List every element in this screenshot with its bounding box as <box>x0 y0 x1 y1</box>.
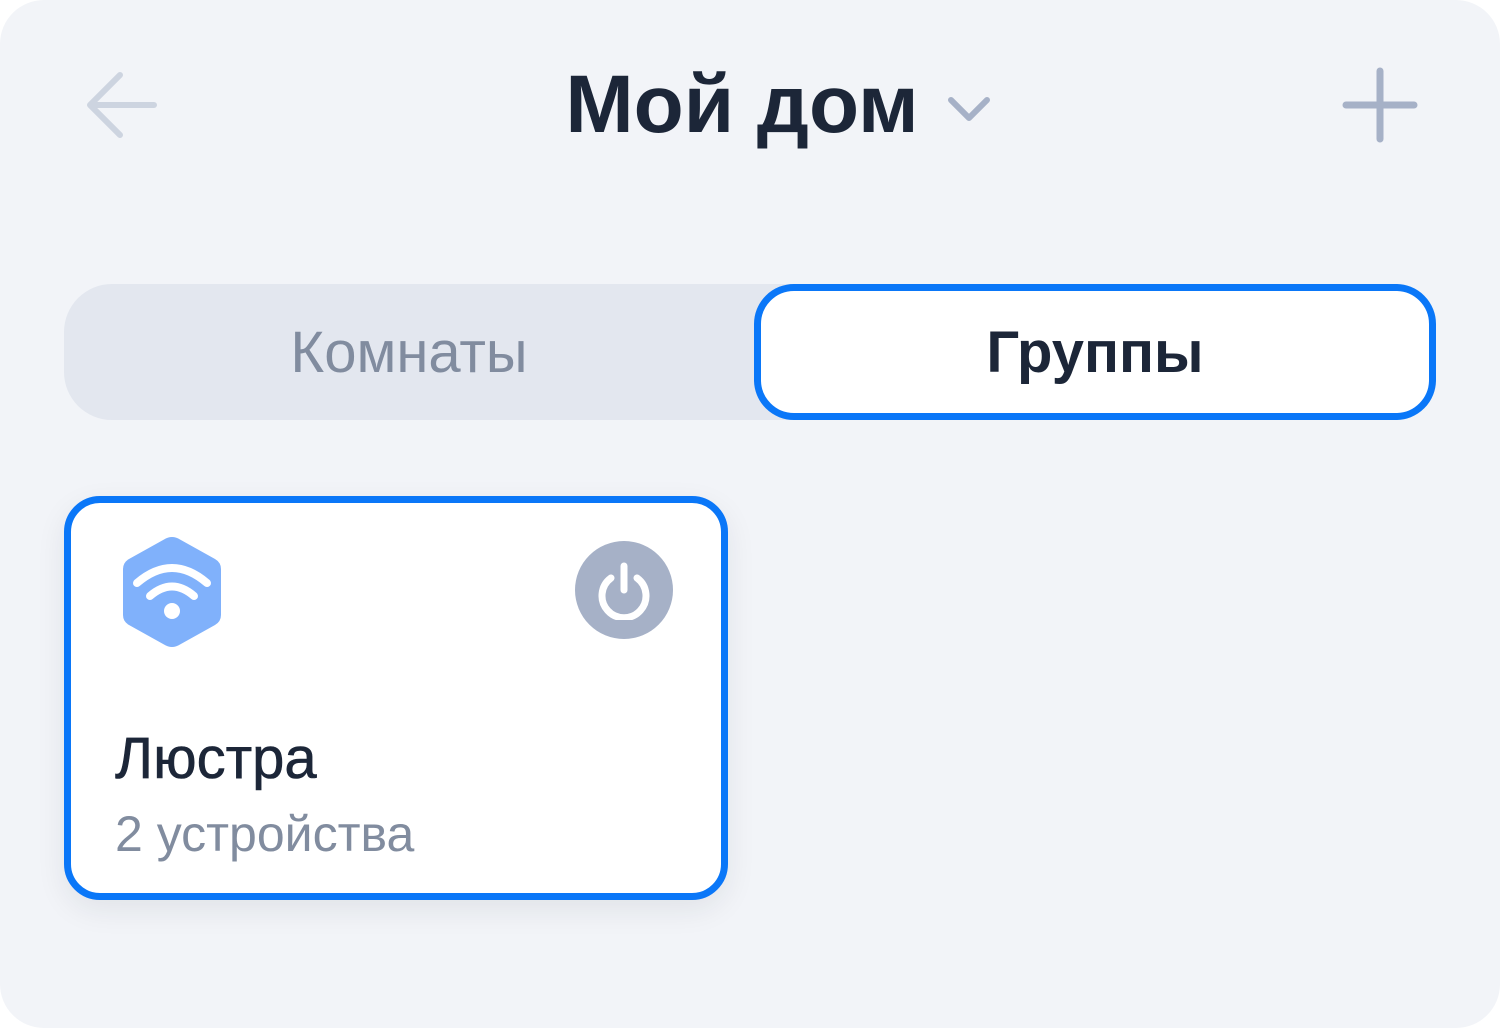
plus-icon <box>1342 67 1418 143</box>
add-button[interactable] <box>1330 65 1430 145</box>
home-selector[interactable]: Мой дом <box>0 40 1500 170</box>
segmented-control: Комнаты Группы <box>64 284 1436 420</box>
header: Мой дом <box>0 40 1500 170</box>
app-screen: Мой дом Комнаты Группы Люстра 2 устройст… <box>0 0 1500 1028</box>
wifi-hexagon-icon <box>123 537 221 647</box>
group-device-count: 2 устройства <box>115 806 415 862</box>
group-name: Люстра <box>115 726 317 792</box>
tab-groups[interactable]: Группы <box>754 284 1436 420</box>
chevron-down-icon <box>947 87 991 131</box>
power-icon <box>598 562 650 620</box>
tab-rooms[interactable]: Комнаты <box>64 284 754 420</box>
power-button[interactable] <box>575 541 673 639</box>
group-card[interactable]: Люстра 2 устройства <box>64 496 728 900</box>
page-title: Мой дом <box>565 59 919 150</box>
